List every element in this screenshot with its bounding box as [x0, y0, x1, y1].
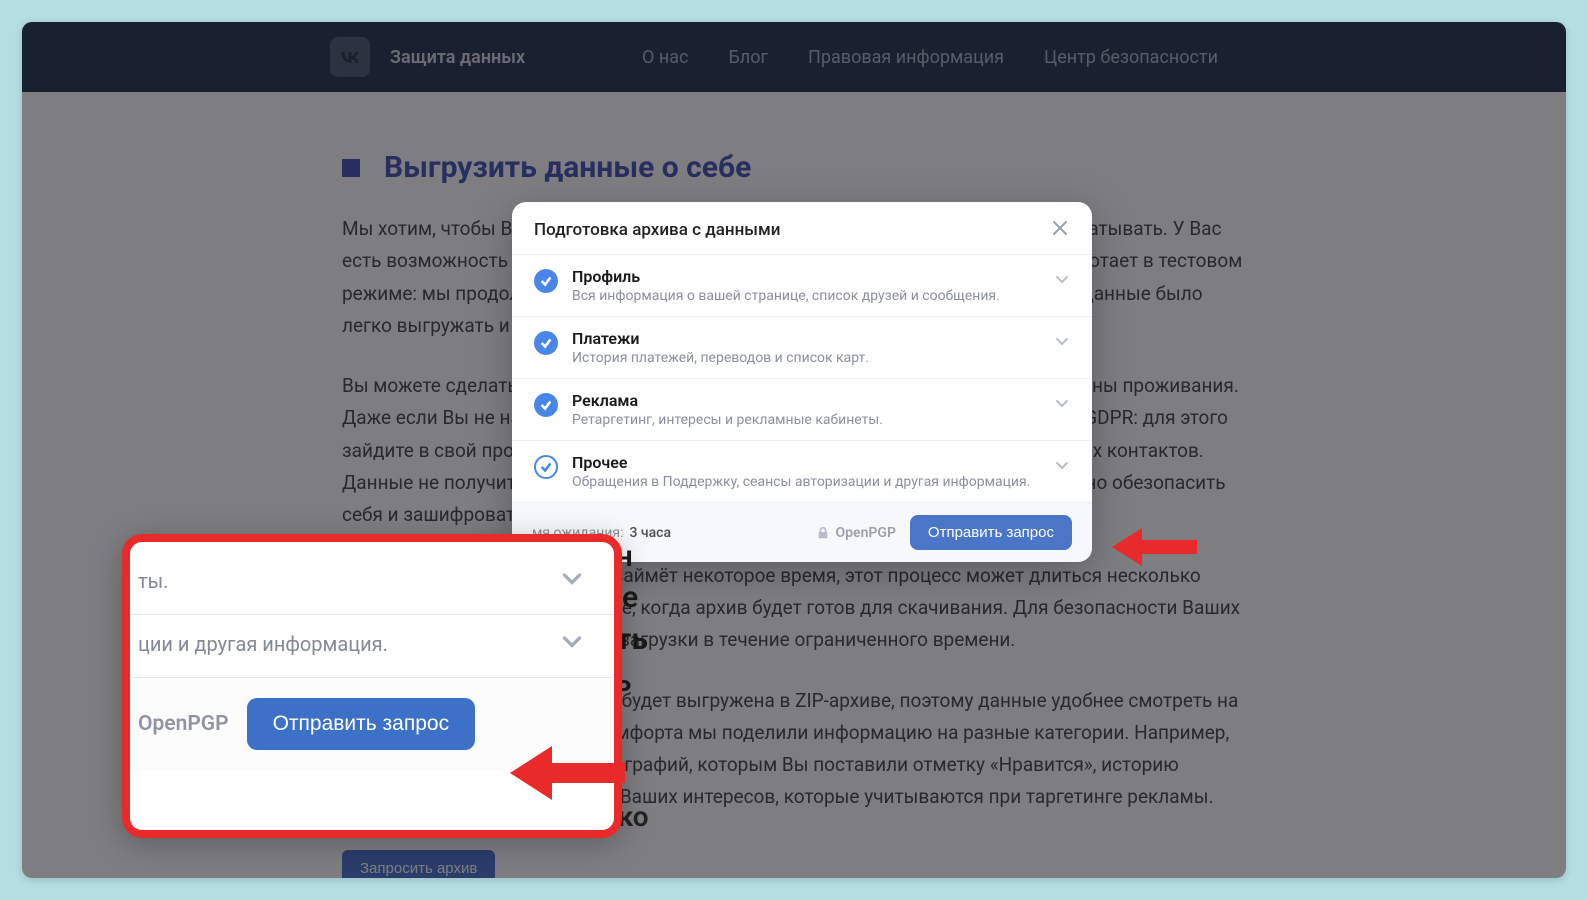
- chevron-down-icon[interactable]: [560, 629, 584, 659]
- item-text: Прочее Обращения в Поддержку, сеансы авт…: [572, 453, 1040, 490]
- chevron-down-icon[interactable]: [1054, 457, 1070, 477]
- modal-item-payments[interactable]: Платежи История платежей, переводов и сп…: [512, 316, 1092, 378]
- wait-value: 3 часа: [629, 525, 671, 541]
- send-request-button[interactable]: Отправить запрос: [910, 515, 1072, 550]
- item-title: Платежи: [572, 329, 1040, 348]
- item-desc: Вся информация о вашей странице, список …: [572, 288, 1040, 304]
- zoom-desc: ции и другая информация.: [130, 632, 388, 656]
- chevron-down-icon[interactable]: [1054, 395, 1070, 415]
- arrow-annotation-icon: [510, 738, 630, 808]
- chevron-down-icon[interactable]: [1054, 333, 1070, 353]
- modal-header: Подготовка архива с данными: [512, 202, 1092, 254]
- item-title: Реклама: [572, 391, 1040, 410]
- check-partial-icon: [534, 455, 558, 479]
- zoom-fragment: ты.: [130, 569, 168, 593]
- zoom-openpgp-label[interactable]: OpenPGP: [138, 712, 229, 736]
- arrow-annotation-icon: [1112, 522, 1202, 572]
- modal-title: Подготовка архива с данными: [534, 220, 780, 240]
- chevron-down-icon[interactable]: [560, 566, 584, 596]
- zoom-send-request-button[interactable]: Отправить запрос: [247, 698, 476, 750]
- item-title: Профиль: [572, 267, 1040, 286]
- item-desc: Ретаргетинг, интересы и рекламные кабине…: [572, 412, 1040, 428]
- close-icon[interactable]: [1050, 218, 1070, 242]
- modal-item-profile[interactable]: Профиль Вся информация о вашей странице,…: [512, 254, 1092, 316]
- openpgp-label: OpenPGP: [836, 525, 896, 541]
- archive-modal: Подготовка архива с данными Профиль Вся …: [512, 202, 1092, 562]
- check-icon: [534, 393, 558, 417]
- lock-icon: [816, 526, 830, 540]
- openpgp-option[interactable]: OpenPGP: [816, 525, 896, 541]
- item-text: Платежи История платежей, переводов и сп…: [572, 329, 1040, 366]
- page-frame: Защита данных О нас Блог Правовая информ…: [22, 22, 1566, 878]
- x-icon: [1050, 218, 1070, 238]
- item-text: Профиль Вся информация о вашей странице,…: [572, 267, 1040, 304]
- item-title: Прочее: [572, 453, 1040, 472]
- check-icon: [534, 331, 558, 355]
- zoom-content: ты. ции и другая информация. OpenPGP Отп…: [130, 542, 614, 770]
- zoom-row: ции и другая информация.: [130, 615, 614, 678]
- zoom-row: ты.: [130, 542, 614, 615]
- modal-item-ads[interactable]: Реклама Ретаргетинг, интересы и рекламны…: [512, 378, 1092, 440]
- item-text: Реклама Ретаргетинг, интересы и рекламны…: [572, 391, 1040, 428]
- check-icon: [534, 269, 558, 293]
- chevron-down-icon[interactable]: [1054, 271, 1070, 291]
- modal-item-other[interactable]: Прочее Обращения в Поддержку, сеансы авт…: [512, 440, 1092, 502]
- item-desc: Обращения в Поддержку, сеансы авторизаци…: [572, 474, 1040, 490]
- item-desc: История платежей, переводов и список кар…: [572, 350, 1040, 366]
